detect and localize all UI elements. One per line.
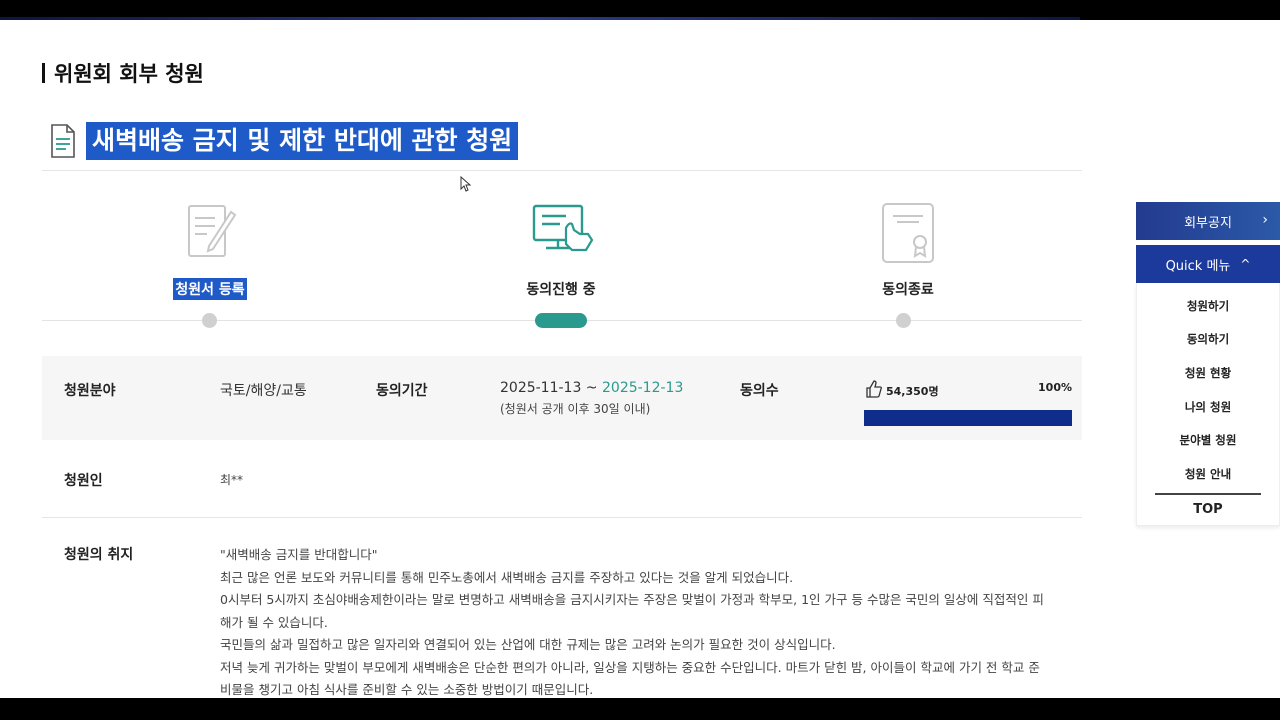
petitioner-row: 청원인 최** xyxy=(42,440,1082,518)
title-bar xyxy=(42,63,45,83)
step-ended-dot xyxy=(896,313,911,328)
step-register-label: 청원서 등록 xyxy=(173,278,247,300)
monitor-touch-icon xyxy=(532,204,594,252)
notice-button[interactable]: 회부공지 › xyxy=(1136,202,1280,240)
step-in-progress-label: 동의진행 중 xyxy=(526,282,596,298)
step-ended: 동의종료 xyxy=(833,200,983,300)
top-bar xyxy=(0,0,1280,20)
menu-item-by-field[interactable]: 분야별 청원 xyxy=(1137,423,1279,457)
period-value: 2025-11-13 ~ 2025-12-13 xyxy=(500,380,683,396)
count-value: 54,350명 xyxy=(886,385,939,398)
count-label: 동의수 xyxy=(740,383,779,399)
period-start: 2025-11-13 ~ xyxy=(500,380,598,396)
mouse-cursor-icon xyxy=(460,176,472,192)
purpose-row: 청원의 취지 "새벽배송 금지를 반대합니다" 최근 많은 언론 보도와 커뮤니… xyxy=(42,540,1082,698)
step-in-progress-indicator xyxy=(535,313,587,328)
section-title-text: 위원회 회부 청원 xyxy=(54,62,204,86)
purpose-line: 0시부터 5시까지 초심야배송제한이라는 말로 변명하고 새벽배송을 금지시키자… xyxy=(220,592,1044,607)
petition-title-text: 새벽배송 금지 및 제한 반대에 관한 청원 xyxy=(86,122,519,160)
chevron-right-icon: › xyxy=(1262,212,1268,228)
purpose-line: 최근 많은 언론 보도와 커뮤니티를 통해 민주노총에서 새벽배송 금지를 주장… xyxy=(220,569,794,585)
purpose-label: 청원의 취지 xyxy=(64,547,134,563)
menu-item-status[interactable]: 청원 현황 xyxy=(1137,356,1279,390)
notice-label: 회부공지 xyxy=(1184,215,1232,231)
certificate-icon xyxy=(882,203,934,263)
step-register: 청원서 등록 xyxy=(135,200,285,300)
menu-item-my-petitions[interactable]: 나의 청원 xyxy=(1137,390,1279,424)
progress-steps: 청원서 등록 동의진행 중 동의종료 xyxy=(42,200,1082,330)
period-label: 동의기간 xyxy=(376,383,428,399)
quick-menu-label: Quick 메뉴 xyxy=(1165,258,1231,274)
purpose-line: "새벽배송 금지를 반대합니다" xyxy=(220,547,378,562)
menu-item-guide[interactable]: 청원 안내 xyxy=(1137,457,1279,491)
quick-menu-toggle[interactable]: Quick 메뉴 ^ xyxy=(1136,245,1280,283)
menu-item-petition[interactable]: 청원하기 xyxy=(1137,289,1279,323)
info-row: 청원분야 국토/해양/교통 동의기간 2025-11-13 ~ 2025-12-… xyxy=(42,356,1082,440)
document-icon xyxy=(51,124,75,158)
quick-sidebar: 회부공지 › Quick 메뉴 ^ 청원하기 동의하기 청원 현황 나의 청원 … xyxy=(1136,202,1280,526)
percent-value: 100% xyxy=(1038,381,1072,394)
step-register-dot xyxy=(202,313,217,328)
bottom-bar xyxy=(0,698,1280,720)
section-title: 위원회 회부 청원 xyxy=(42,58,204,88)
purpose-body: "새벽배송 금지를 반대합니다" 최근 많은 언론 보도와 커뮤니티를 통해 민… xyxy=(220,544,1075,698)
divider xyxy=(42,170,1082,171)
pen-document-icon xyxy=(188,205,237,257)
field-value: 국토/해양/교통 xyxy=(220,383,307,399)
petitioner-value: 최** xyxy=(220,473,244,487)
purpose-line: 비물을 챙기고 아침 식사를 준비할 수 있는 소중한 방법이기 때문입니다. xyxy=(220,682,594,697)
petitioner-label: 청원인 xyxy=(64,473,103,489)
petition-title: 새벽배송 금지 및 제한 반대에 관한 청원 xyxy=(50,122,519,160)
step-in-progress: 동의진행 중 xyxy=(486,200,636,300)
purpose-line: 국민들의 삶과 밀접하고 많은 일자리와 연결되어 있는 산업에 대한 규제는 … xyxy=(220,637,836,652)
period-end: 2025-12-13 xyxy=(602,380,684,396)
thumbs-up-icon xyxy=(866,380,882,398)
page: 위원회 회부 청원 새벽배송 금지 및 제한 반대에 관한 청원 청원서 등록 xyxy=(0,20,1280,698)
period-note: (청원서 공개 이후 30일 이내) xyxy=(500,402,651,416)
purpose-line: 저녁 늦게 귀가하는 맞벌이 부모에게 새벽배송은 단순한 편의가 아니라, 일… xyxy=(220,659,1040,675)
top-button[interactable]: TOP xyxy=(1137,495,1279,525)
chevron-up-icon: ^ xyxy=(1240,257,1251,271)
field-label: 청원분야 xyxy=(64,383,116,399)
step-ended-label: 동의종료 xyxy=(882,282,934,298)
consent-progress-bar xyxy=(864,410,1072,426)
progress-fill xyxy=(864,410,1072,426)
purpose-line: 해가 될 수 있습니다. xyxy=(220,614,328,630)
menu-item-consent[interactable]: 동의하기 xyxy=(1137,323,1279,357)
quick-menu-list: 청원하기 동의하기 청원 현황 나의 청원 분야별 청원 청원 안내 TOP xyxy=(1136,283,1280,526)
